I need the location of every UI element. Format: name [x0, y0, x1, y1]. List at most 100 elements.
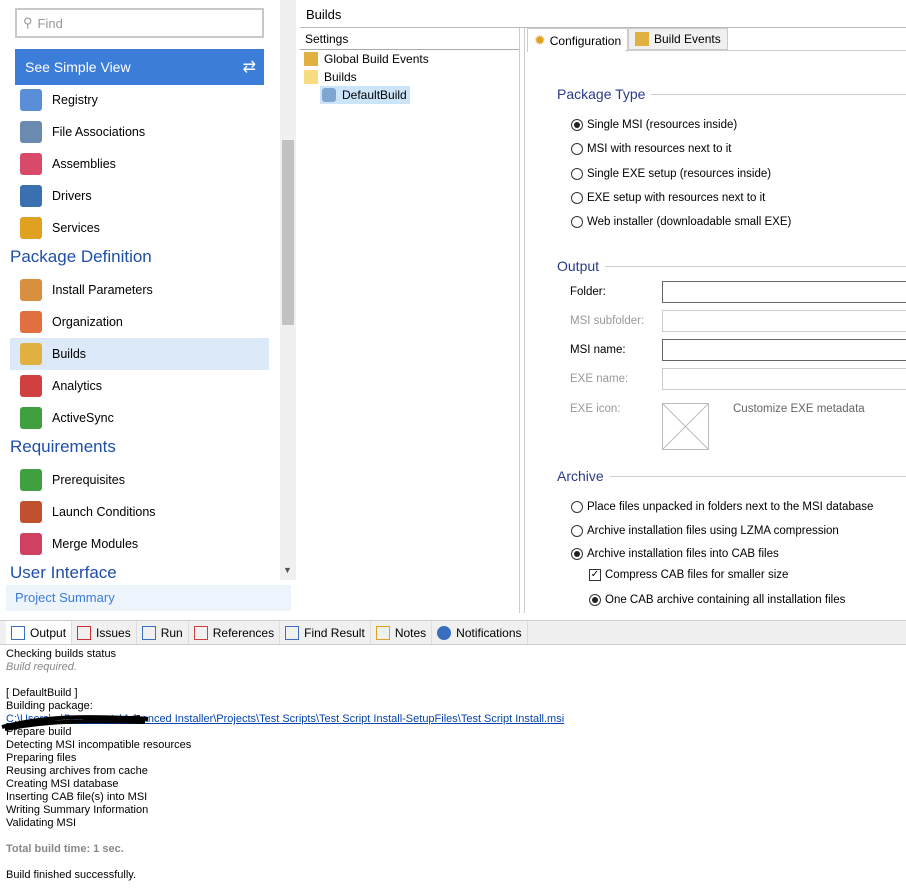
- sidebar-item-launch-conditions[interactable]: Launch Conditions: [10, 496, 269, 528]
- tab-label: Build Events: [654, 32, 721, 46]
- file-associations-icon: [20, 121, 42, 143]
- log-line: Checking builds status: [6, 648, 117, 660]
- sidebar-item-merge-modules[interactable]: Merge Modules: [10, 528, 269, 560]
- log-line: Preparing files: [6, 752, 77, 764]
- sidebar-item-label: Prerequisites: [52, 473, 125, 487]
- sidebar-item-label: Install Parameters: [52, 283, 153, 297]
- archive-group: Archive: [557, 468, 906, 484]
- settings-tree: Settings Global Build Events Builds Defa…: [300, 28, 520, 613]
- sidebar-item-label: Registry: [52, 93, 98, 107]
- activesync-icon: [20, 407, 42, 429]
- node-label: DefaultBuild: [342, 88, 407, 102]
- build-icon: [322, 88, 336, 102]
- tab-build-events[interactable]: Build Events: [628, 28, 728, 50]
- tree-node-defaultbuild[interactable]: DefaultBuild: [320, 86, 410, 104]
- radio-label: One CAB archive containing all installat…: [605, 594, 846, 606]
- msi-name-label: MSI name:: [570, 344, 626, 356]
- tree-node-global-build-events[interactable]: Global Build Events: [300, 50, 519, 68]
- assemblies-icon: [20, 153, 42, 175]
- sidebar-item-builds[interactable]: Builds: [10, 338, 269, 370]
- radio-icon: [571, 167, 583, 180]
- sidebar-item-drivers[interactable]: Drivers: [10, 180, 269, 212]
- radio-option[interactable]: Single EXE setup (resources inside): [571, 167, 771, 180]
- radio-icon: [589, 594, 601, 606]
- tree-node-builds[interactable]: Builds: [300, 68, 519, 86]
- tab-configuration[interactable]: ✹ Configuration: [527, 28, 629, 52]
- search-input[interactable]: ⚲ Find: [15, 8, 264, 38]
- radio-icon: [571, 524, 583, 537]
- output-tabs: Output Issues Run References Find Result Note…: [0, 621, 906, 645]
- tab-label: Output: [30, 625, 67, 640]
- sidebar-item-assemblies[interactable]: Assemblies: [10, 148, 269, 180]
- sidebar-item-label: Analytics: [52, 379, 103, 393]
- sidebar-item-install-parameters[interactable]: Install Parameters: [10, 274, 269, 306]
- exe-icon-label: EXE icon:: [570, 403, 621, 415]
- sidebar-item-analytics[interactable]: Analytics: [10, 370, 269, 402]
- customize-exe-metadata-link[interactable]: Customize EXE metadata: [733, 403, 865, 415]
- msi-subfolder-input[interactable]: [662, 310, 906, 332]
- tab-label: Notifications: [456, 625, 522, 640]
- checkbox-icon: ✓: [589, 569, 601, 581]
- services-icon: [20, 217, 42, 239]
- sidebar-item-services[interactable]: Services: [10, 212, 269, 244]
- output-group: Output: [557, 258, 906, 274]
- sidebar-item-prerequisites[interactable]: Prerequisites: [10, 464, 269, 496]
- output-log: Checking builds status Build required. […: [0, 645, 906, 885]
- tab-issues[interactable]: Issues: [72, 621, 137, 644]
- log-line: Building package:: [6, 700, 93, 712]
- section-heading: User Interface: [10, 563, 117, 582]
- project-summary-link[interactable]: Project Summary: [6, 585, 291, 611]
- gear-icon: ✹: [534, 32, 546, 48]
- radio-label: Archive installation files into CAB file…: [587, 548, 779, 560]
- swap-icon: ⇄: [242, 59, 256, 76]
- tab-references[interactable]: References: [189, 621, 281, 644]
- sidebar-item-organization[interactable]: Organization: [10, 306, 269, 338]
- msi-subfolder-label: MSI subfolder:: [570, 315, 645, 327]
- radio-option[interactable]: Web installer (downloadable small EXE): [571, 216, 792, 229]
- radio-label: MSI with resources next to it: [587, 143, 732, 156]
- sidebar-item-label: Launch Conditions: [52, 505, 156, 519]
- folder-input[interactable]: [662, 281, 906, 303]
- radio-option[interactable]: Place files unpacked in folders next to …: [571, 501, 873, 513]
- one-cab-radio[interactable]: One CAB archive containing all installat…: [589, 594, 845, 606]
- sidebar-item-label: File Associations: [52, 125, 146, 139]
- see-simple-view-button[interactable]: See Simple View ⇄: [15, 49, 264, 85]
- tab-label: Issues: [96, 625, 131, 640]
- folder-label: Folder:: [570, 286, 606, 298]
- radio-option[interactable]: Single MSI (resources inside): [571, 119, 737, 131]
- log-line: Detecting MSI incompatible resources: [6, 739, 192, 751]
- package-type-group: Package Type: [557, 86, 906, 102]
- exe-icon-placeholder[interactable]: [662, 403, 709, 450]
- notes-icon: [375, 625, 390, 640]
- tab-find-result[interactable]: Find Result: [280, 621, 371, 644]
- radio-option[interactable]: MSI with resources next to it: [571, 143, 732, 156]
- tab-label: References: [212, 625, 275, 640]
- sidebar-item-activesync[interactable]: ActiveSync: [10, 402, 269, 434]
- search-placeholder: Find: [37, 15, 63, 31]
- scrollbar-thumb[interactable]: [282, 140, 294, 325]
- log-line: Validating MSI: [6, 817, 77, 829]
- references-icon: [193, 625, 208, 640]
- sidebar-item-file-associations[interactable]: File Associations: [10, 116, 269, 148]
- radio-icon: [571, 191, 583, 204]
- radio-option[interactable]: Archive installation files into CAB file…: [571, 548, 779, 560]
- radio-label: Web installer (downloadable small EXE): [587, 216, 792, 229]
- tab-output[interactable]: Output: [6, 621, 73, 644]
- analytics-icon: [20, 375, 42, 397]
- tab-notifications[interactable]: Notifications: [432, 621, 528, 644]
- page-title: Builds: [300, 0, 906, 28]
- radio-option[interactable]: EXE setup with resources next to it: [571, 191, 765, 204]
- sidebar-item-registry[interactable]: Registry: [10, 84, 269, 116]
- radio-option[interactable]: Archive installation files using LZMA co…: [571, 524, 839, 537]
- log-line: Build required.: [6, 661, 77, 673]
- sidebar-item-label: Services: [52, 221, 100, 235]
- msi-name-input[interactable]: [662, 339, 906, 361]
- compress-cab-checkbox[interactable]: ✓ Compress CAB files for smaller size: [589, 569, 788, 581]
- tab-run[interactable]: Run: [137, 621, 189, 644]
- log-line: Reusing archives from cache: [6, 765, 148, 777]
- issues-icon: [77, 625, 92, 640]
- tab-notes[interactable]: Notes: [371, 621, 433, 644]
- exe-name-input[interactable]: [662, 368, 906, 390]
- radio-label: Archive installation files using LZMA co…: [587, 524, 839, 537]
- scroll-down-icon[interactable]: ▼: [283, 565, 292, 575]
